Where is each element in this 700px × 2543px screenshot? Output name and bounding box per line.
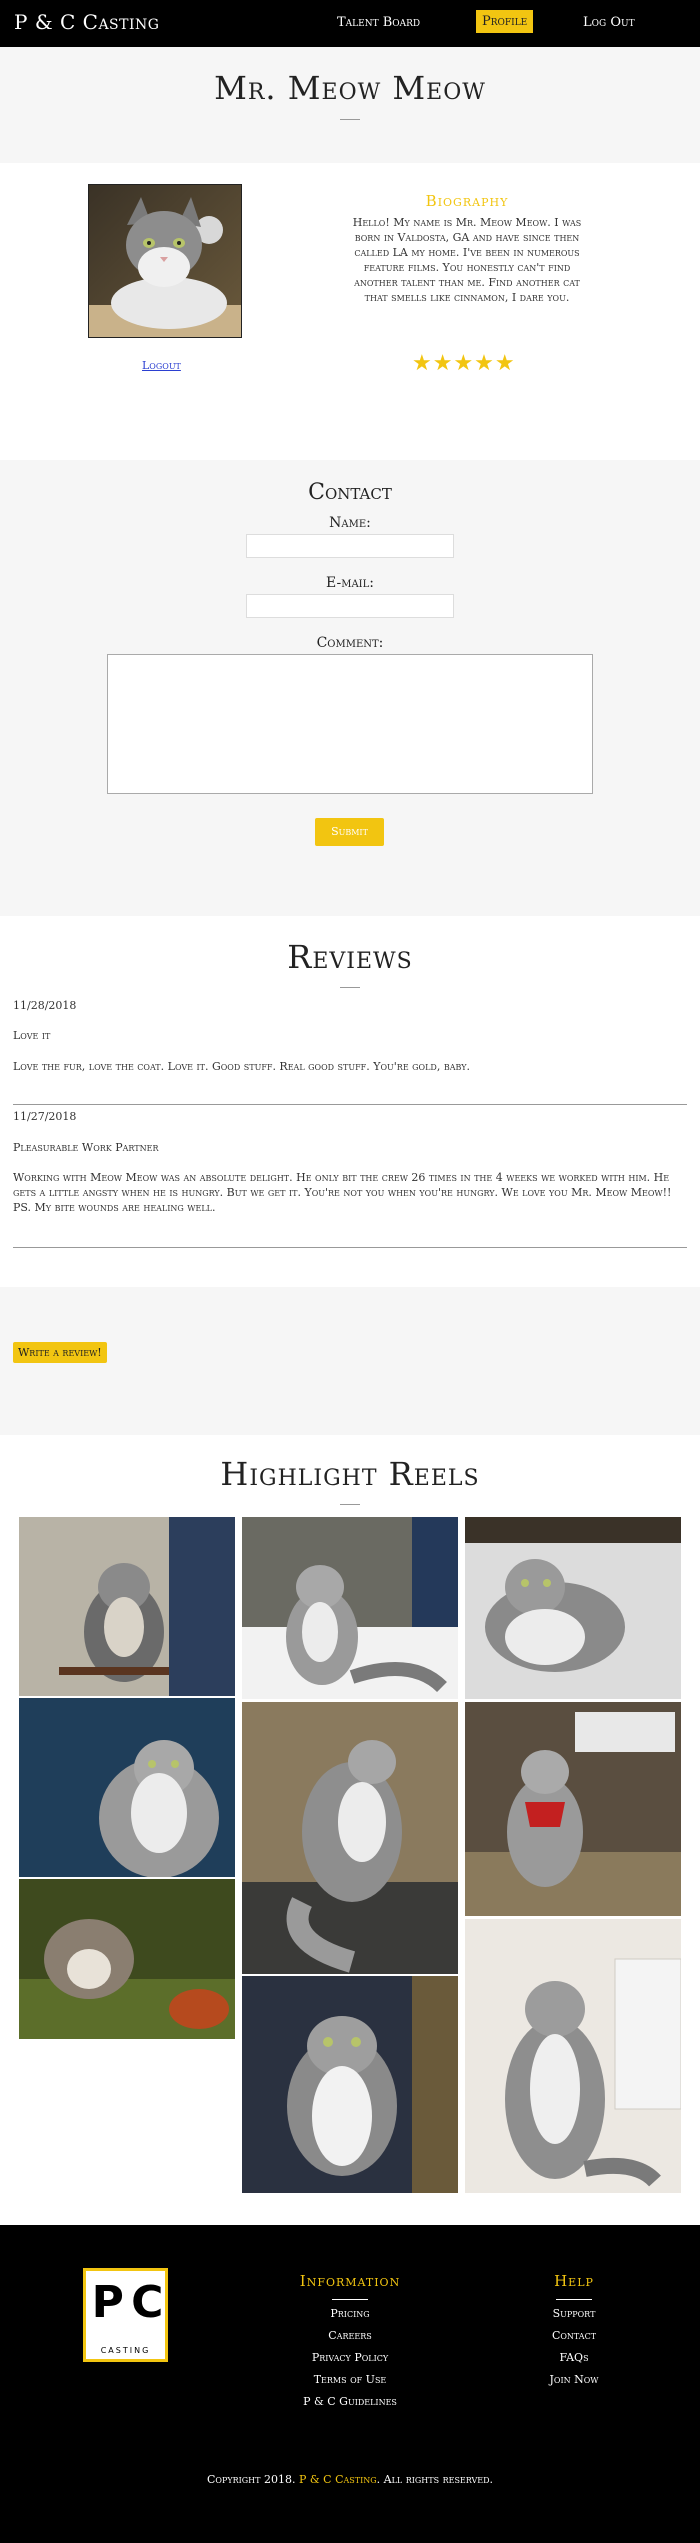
email-field[interactable] xyxy=(246,594,454,618)
profile-header: Mr. Meow Meow xyxy=(0,47,700,163)
highlight-photo[interactable] xyxy=(465,1517,681,1699)
footer-link-careers[interactable]: Careers xyxy=(280,2325,420,2347)
review-body: Working with Meow Meow was an absolute d… xyxy=(13,1171,672,1214)
highlights-heading: Highlight Reels xyxy=(220,1455,480,1493)
name-label: Name: xyxy=(329,515,371,531)
contact-heading: Contact xyxy=(308,480,392,505)
copyright-brand: P & C Casting xyxy=(298,2473,377,2486)
highlight-photo[interactable] xyxy=(242,1702,458,1974)
logo-subtitle: CASTING xyxy=(100,2346,151,2355)
information-divider xyxy=(332,2299,368,2300)
review-date: 11/27/2018 xyxy=(13,1110,77,1123)
review-body: Love the fur, love the coat. Love it. Go… xyxy=(13,1060,470,1073)
footer: P C CASTING Information Pricing Careers … xyxy=(0,2225,700,2543)
highlight-photo[interactable] xyxy=(19,1879,235,2039)
top-nav: P & C Casting Talent Board Profile Log O… xyxy=(0,0,700,47)
footer-information: Information Pricing Careers Privacy Poli… xyxy=(280,2272,420,2413)
profile-section: Logout Biography Hello! My name is Mr. M… xyxy=(0,163,700,460)
profile-photo xyxy=(88,184,242,338)
footer-link-pricing[interactable]: Pricing xyxy=(280,2303,420,2325)
write-review-section: Write a review! xyxy=(0,1287,700,1435)
page-title: Mr. Meow Meow xyxy=(214,69,486,107)
reviews-section: Reviews 11/28/2018 Love it Love the fur,… xyxy=(0,916,700,1287)
contact-section: Contact Name: E-mail: Comment: Submit xyxy=(0,460,700,916)
rating-stars: ★★★★★ xyxy=(412,351,516,376)
write-review-button[interactable]: Write a review! xyxy=(13,1342,107,1363)
footer-link-join[interactable]: Join Now xyxy=(524,2369,624,2391)
footer-link-terms[interactable]: Terms of Use xyxy=(280,2369,420,2391)
review-title: Pleasurable Work Partner xyxy=(13,1141,159,1154)
name-field[interactable] xyxy=(246,534,454,558)
footer-link-support[interactable]: Support xyxy=(524,2303,624,2325)
nav-talent-board[interactable]: Talent Board xyxy=(337,15,420,30)
footer-logo[interactable]: P C CASTING xyxy=(83,2268,168,2362)
reviews-heading: Reviews xyxy=(287,938,413,976)
logo-letters: P C xyxy=(91,2277,164,2328)
nav-logout[interactable]: Log Out xyxy=(583,15,635,30)
email-label: E-mail: xyxy=(326,575,374,591)
biography-heading: Biography xyxy=(425,192,509,210)
brand-logo-text[interactable]: P & C Casting xyxy=(14,10,159,34)
biography-text: Hello! My name is Mr. Meow Meow. I was b… xyxy=(352,216,582,304)
reviews-divider xyxy=(340,987,360,988)
help-heading: Help xyxy=(554,2272,594,2290)
highlights-section: Highlight Reels xyxy=(0,1435,700,2225)
footer-link-faqs[interactable]: FAQs xyxy=(524,2347,624,2369)
highlights-divider xyxy=(340,1504,360,1505)
review-title: Love it xyxy=(13,1029,51,1042)
highlight-photo[interactable] xyxy=(242,1976,458,2193)
review-separator xyxy=(13,1247,687,1248)
logout-link[interactable]: Logout xyxy=(142,359,181,372)
copyright: Copyright 2018. P & C Casting. All right… xyxy=(0,2473,700,2486)
highlight-photo[interactable] xyxy=(465,1919,681,2193)
comment-textarea[interactable] xyxy=(107,654,593,794)
title-divider xyxy=(340,119,360,120)
submit-button[interactable]: Submit xyxy=(315,818,384,846)
help-divider xyxy=(556,2299,592,2300)
highlight-photo[interactable] xyxy=(465,1702,681,1916)
copyright-suffix: . All rights reserved. xyxy=(376,2473,494,2486)
review-date: 11/28/2018 xyxy=(13,999,77,1012)
highlight-photo[interactable] xyxy=(19,1517,235,1696)
footer-help: Help Support Contact FAQs Join Now xyxy=(524,2272,624,2391)
footer-link-guidelines[interactable]: P & C Guidelines xyxy=(280,2391,420,2413)
footer-link-privacy[interactable]: Privacy Policy xyxy=(280,2347,420,2369)
information-heading: Information xyxy=(299,2272,401,2290)
highlight-photo[interactable] xyxy=(19,1698,235,1877)
comment-label: Comment: xyxy=(316,635,384,651)
copyright-prefix: Copyright 2018. xyxy=(206,2473,296,2486)
highlight-photo[interactable] xyxy=(242,1517,458,1699)
footer-link-contact[interactable]: Contact xyxy=(524,2325,624,2347)
review-separator xyxy=(13,1104,687,1105)
nav-profile[interactable]: Profile xyxy=(476,10,534,33)
